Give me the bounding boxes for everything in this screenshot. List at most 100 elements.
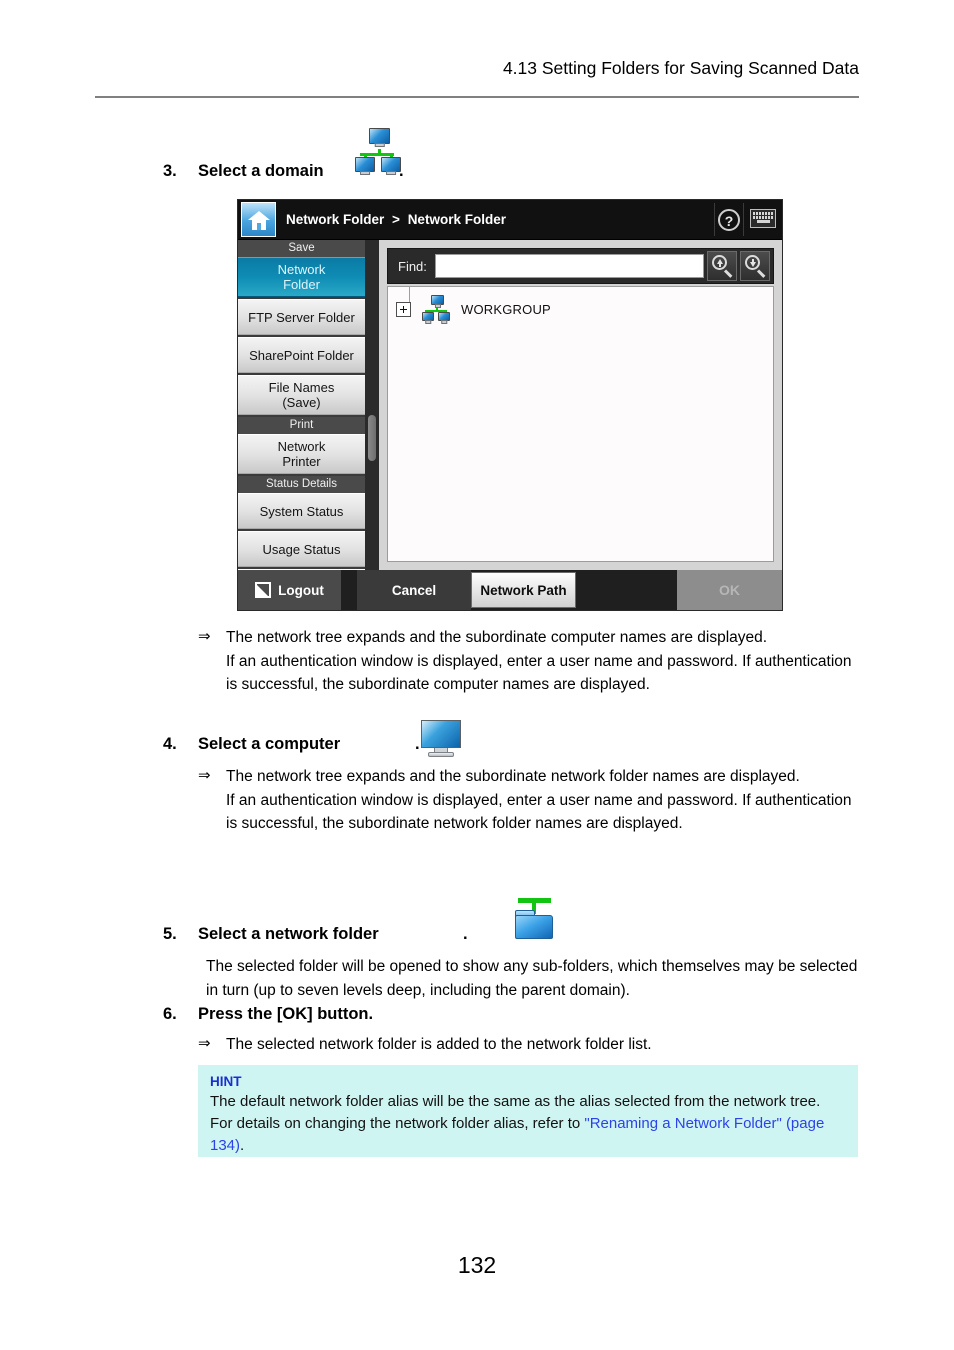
sidebar-item-usage-status[interactable]: Usage Status	[238, 531, 365, 567]
find-label: Find:	[398, 258, 427, 274]
sidebar-scrollbar-thumb[interactable]	[368, 415, 376, 461]
network-tree-panel: WORKGROUP	[387, 286, 774, 562]
search-up-icon[interactable]	[707, 251, 737, 281]
keyboard-icon	[750, 209, 776, 228]
step-3-result: ⇒ The network tree expands and the subor…	[198, 626, 858, 697]
folder-body	[514, 915, 553, 939]
sidebar-item-network-printer-line2: Printer	[282, 454, 321, 469]
device-sidebar: Save Network Folder FTP Server Folder Sh…	[238, 240, 365, 570]
device-content-area: Find: WORKGROUP	[379, 240, 782, 570]
step-4-result-line1: The network tree expands and the subordi…	[226, 768, 800, 785]
hint-text: The default network folder alias will be…	[210, 1091, 846, 1157]
sidebar-item-system-status[interactable]: System Status	[238, 493, 365, 529]
sidebar-item-network-folder-line1: Network	[277, 262, 326, 277]
tree-node-workgroup[interactable]: WORKGROUP	[396, 287, 551, 323]
breadcrumb-item-2: Network Folder	[407, 212, 506, 227]
step-4-title-suffix: .	[415, 735, 420, 753]
sidebar-item-ftp-server-folder[interactable]: FTP Server Folder	[238, 299, 365, 335]
search-down-icon[interactable]	[740, 251, 770, 281]
keyboard-button[interactable]	[748, 205, 778, 233]
section-title: 4.13 Setting Folders for Saving Scanned …	[502, 58, 859, 78]
bottom-bar-spacer	[576, 570, 677, 610]
tree-node-label: WORKGROUP	[461, 301, 551, 317]
network-path-button[interactable]: Network Path	[471, 572, 576, 608]
sidebar-group-status-details: Status Details	[238, 476, 365, 493]
monitor-left	[422, 312, 434, 321]
breadcrumb-separator: >	[392, 212, 400, 227]
computer-monitor-icon	[421, 720, 462, 758]
device-screenshot-panel: Network Folder > Network Folder ? Save N…	[237, 199, 783, 611]
network-folder-icon	[510, 898, 558, 944]
logout-label: Logout	[278, 582, 324, 598]
breadcrumb-item-1[interactable]: Network Folder	[286, 212, 384, 227]
step-5-number: 5.	[163, 925, 177, 943]
step-3-result-line1: The network tree expands and the subordi…	[226, 629, 768, 646]
step-6-number: 6.	[163, 1005, 177, 1023]
help-button[interactable]: ?	[714, 203, 744, 236]
sidebar-item-file-names-line2: (Save)	[282, 395, 321, 410]
help-icon: ?	[718, 208, 740, 231]
bottom-bar-gap	[341, 570, 357, 610]
step-4-result-line2: If an authentication window is displayed…	[226, 791, 852, 833]
monitor-right	[381, 157, 401, 172]
device-bottom-bar: Logout Cancel Network Path OK	[238, 570, 782, 610]
find-input[interactable]	[434, 254, 704, 278]
network-domain-icon	[353, 128, 401, 176]
step-5-body: The selected folder will be opened to sh…	[206, 958, 858, 999]
result-arrow-icon: ⇒	[198, 628, 211, 645]
monitor-base	[428, 752, 455, 757]
sidebar-item-file-names-save[interactable]: File Names (Save)	[238, 375, 365, 415]
sidebar-item-usage-status-label: Usage Status	[262, 541, 341, 557]
network-path-label: Network Path	[480, 582, 567, 598]
step-5-title: Select a network folder	[198, 925, 379, 943]
hint-box: HINT The default network folder alias wi…	[198, 1065, 858, 1157]
step-6-result-line1: The selected network folder is added to …	[226, 1036, 652, 1053]
home-door	[256, 222, 261, 230]
sidebar-item-network-folder[interactable]: Network Folder	[238, 257, 365, 297]
monitor-screen	[421, 720, 462, 748]
sidebar-item-sharepoint-folder-label: SharePoint Folder	[249, 347, 354, 363]
page-header: 4.13 Setting Folders for Saving Scanned …	[95, 58, 859, 96]
monitor-top	[369, 128, 390, 144]
sidebar-group-save: Save	[238, 240, 365, 257]
sidebar-item-ftp-server-folder-label: FTP Server Folder	[248, 309, 355, 325]
step-3-number: 3.	[163, 162, 177, 180]
step-3-title: Select a domain	[198, 162, 324, 180]
logout-icon	[255, 582, 272, 598]
step-4-title: Select a computer	[198, 735, 341, 753]
ok-label: OK	[719, 582, 740, 598]
result-arrow-icon: ⇒	[198, 1035, 211, 1052]
step-3-result-line2: If an authentication window is displayed…	[226, 652, 852, 694]
monitor-right	[438, 312, 450, 321]
sidebar-item-system-status-label: System Status	[259, 503, 344, 519]
step-3-title-suffix: .	[399, 162, 404, 180]
cancel-button[interactable]: Cancel	[357, 570, 471, 610]
cancel-label: Cancel	[391, 582, 437, 598]
find-bar: Find:	[387, 248, 774, 284]
step-4-result: ⇒ The network tree expands and the subor…	[198, 765, 858, 836]
step-4-number: 4.	[163, 735, 177, 753]
network-domain-icon	[421, 295, 451, 323]
home-roof	[247, 210, 270, 220]
ok-button[interactable]: OK	[677, 570, 782, 610]
step-6-result: ⇒ The selected network folder is added t…	[198, 1033, 858, 1057]
header-divider	[95, 96, 859, 98]
monitor-top	[431, 295, 444, 305]
hint-title: HINT	[210, 1074, 242, 1089]
logout-button[interactable]: Logout	[238, 570, 341, 610]
monitor-left	[355, 157, 375, 172]
expand-plus-icon[interactable]	[396, 301, 411, 317]
home-icon[interactable]	[241, 202, 276, 237]
step-6-title: Press the [OK] button.	[198, 1005, 374, 1023]
sidebar-item-network-folder-line2: Folder	[283, 277, 320, 292]
sidebar-item-network-printer[interactable]: Network Printer	[238, 434, 365, 474]
sidebar-group-print: Print	[238, 417, 365, 434]
sidebar-scrollbar[interactable]	[365, 240, 379, 570]
result-arrow-icon: ⇒	[198, 767, 211, 784]
sidebar-item-sharepoint-folder[interactable]: SharePoint Folder	[238, 337, 365, 373]
breadcrumb: Network Folder > Network Folder	[286, 212, 506, 227]
sidebar-item-file-names-line1: File Names	[268, 380, 335, 395]
page-number: 132	[457, 1252, 497, 1278]
device-titlebar: Network Folder > Network Folder ?	[238, 200, 782, 240]
hint-text-part2: .	[240, 1137, 245, 1154]
